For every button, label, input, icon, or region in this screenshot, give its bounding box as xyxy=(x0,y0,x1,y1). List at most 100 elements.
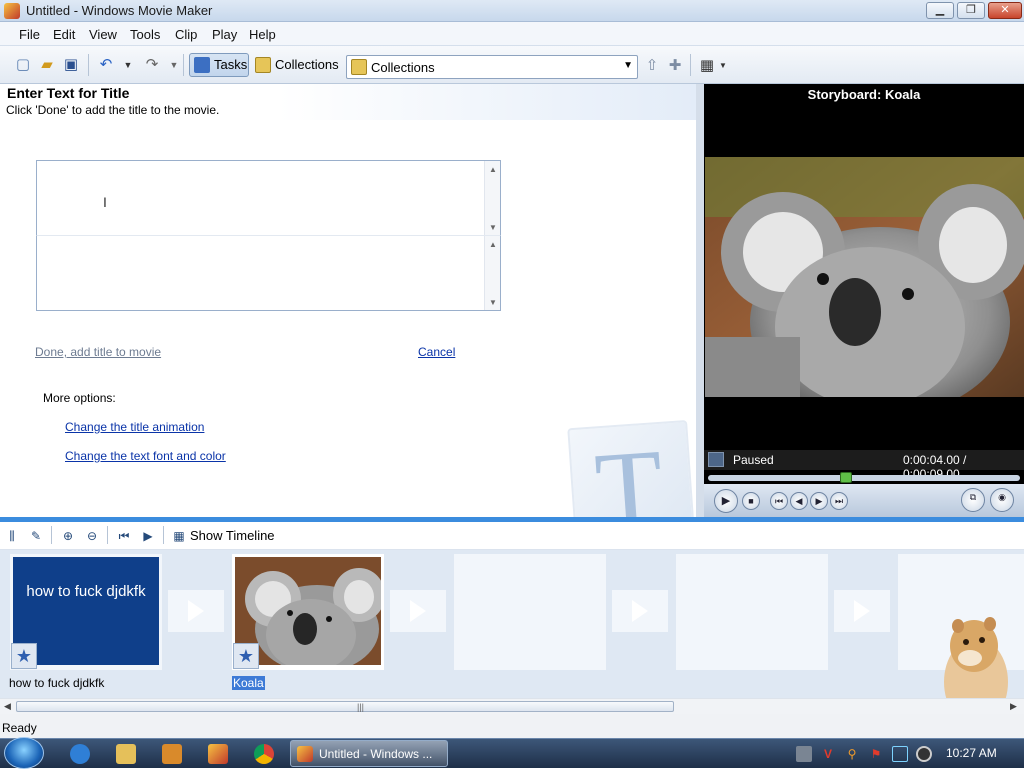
scroll-down-icon[interactable]: ▼ xyxy=(489,223,497,232)
empty-clip-slot[interactable] xyxy=(676,554,828,670)
next-frame-button[interactable]: ⏭ xyxy=(830,492,848,510)
movie-maker-taskbar-icon[interactable] xyxy=(208,744,228,764)
tray-display-icon[interactable] xyxy=(892,746,908,762)
timeline-icon[interactable]: ▦ xyxy=(171,528,187,544)
movie-maker-app-icon[interactable] xyxy=(4,3,20,19)
media-player-icon[interactable] xyxy=(162,744,182,764)
menu-edit[interactable]: Edit xyxy=(53,27,75,42)
clip-label-koala[interactable]: Koala xyxy=(232,676,265,690)
redo-icon[interactable]: ↷ xyxy=(143,56,161,74)
clip-label-title[interactable]: how to fuck djdkfk xyxy=(9,676,104,690)
chevron-down-icon: ▼ xyxy=(623,60,633,71)
detach-monitor-icon[interactable] xyxy=(708,452,724,467)
menu-file[interactable]: File xyxy=(19,27,40,42)
menu-tools[interactable]: Tools xyxy=(130,27,160,42)
taskbar-active-window[interactable]: Untitled - Windows ... xyxy=(290,740,448,767)
watermark-letter: T xyxy=(591,425,668,517)
show-timeline-button[interactable]: Show Timeline xyxy=(190,528,275,543)
close-button[interactable]: ✕ xyxy=(988,2,1022,19)
chrome-icon[interactable] xyxy=(254,744,274,764)
transition-slot[interactable] xyxy=(390,590,446,632)
maximize-button[interactable]: ❐ xyxy=(957,2,985,19)
zoom-out-icon[interactable]: ⊖ xyxy=(84,528,100,544)
redo-dropdown-icon[interactable]: ▼ xyxy=(165,56,183,74)
play-storyboard-icon[interactable]: ▶ xyxy=(140,528,156,544)
new-collection-folder-icon[interactable]: ✚ xyxy=(666,57,684,75)
stop-button[interactable]: ■ xyxy=(742,492,760,510)
toolbar-separator xyxy=(690,54,691,76)
seek-bar[interactable] xyxy=(708,475,1020,481)
transition-slot[interactable] xyxy=(612,590,668,632)
storyboard-scrollbar[interactable]: ◀ ||| ▶ xyxy=(0,698,1024,714)
collections-button[interactable]: Collections xyxy=(250,53,339,77)
forward-button[interactable]: ▶ xyxy=(810,492,828,510)
up-one-level-icon[interactable]: ⇧ xyxy=(643,57,661,75)
undo-icon[interactable]: ↶ xyxy=(97,56,115,74)
collections-folder-icon xyxy=(351,59,367,75)
play-button[interactable]: ▶ xyxy=(714,489,738,513)
previous-frame-button[interactable]: ⏮ xyxy=(770,492,788,510)
rewind-button[interactable]: ◀ xyxy=(790,492,808,510)
change-title-animation-link[interactable]: Change the title animation xyxy=(65,420,204,434)
narrate-icon[interactable]: ✎ xyxy=(28,528,44,544)
video-effect-star-icon[interactable]: ★ xyxy=(11,643,37,669)
preview-heading: Storyboard: Koala xyxy=(807,87,921,102)
movie-maker-app-icon xyxy=(297,746,313,762)
menu-clip[interactable]: Clip xyxy=(175,27,197,42)
tray-volume-icon[interactable] xyxy=(916,746,932,762)
scroll-up-icon[interactable]: ▲ xyxy=(489,240,497,249)
status-bar xyxy=(0,714,1024,738)
menu-play[interactable]: Play xyxy=(212,27,237,42)
tasks-icon xyxy=(194,57,210,73)
scroll-right-icon[interactable]: ▶ xyxy=(1010,701,1017,712)
storyboard-clip-title[interactable]: how to fuck djdkfk ★ xyxy=(10,554,162,670)
task-title: Enter Text for Title xyxy=(7,85,130,101)
title-watermark-icon: T xyxy=(567,419,696,517)
internet-explorer-icon[interactable] xyxy=(70,744,90,764)
pane-splitter[interactable] xyxy=(696,84,704,517)
more-options-label: More options: xyxy=(43,391,116,405)
undo-dropdown-icon[interactable]: ▼ xyxy=(119,56,137,74)
transition-slot[interactable] xyxy=(168,590,224,632)
seek-thumb[interactable] xyxy=(840,472,852,483)
views-dropdown-icon[interactable]: ▼ xyxy=(714,57,732,75)
video-effect-star-icon[interactable]: ★ xyxy=(233,643,259,669)
subtitle-text-input[interactable]: ▲ ▼ xyxy=(36,235,501,311)
file-explorer-icon[interactable] xyxy=(116,744,136,764)
scrollbar-grip-icon: ||| xyxy=(357,702,365,712)
scroll-up-icon[interactable]: ▲ xyxy=(489,165,497,174)
menu-view[interactable]: View xyxy=(89,27,117,42)
empty-clip-slot[interactable] xyxy=(454,554,606,670)
storyboard-clip-koala[interactable]: ★ xyxy=(232,554,385,673)
taskbar-clock[interactable]: 10:27 AM xyxy=(946,746,997,760)
change-font-color-link[interactable]: Change the text font and color xyxy=(65,449,226,463)
split-clip-button[interactable]: ⧉ xyxy=(961,488,985,512)
tasks-button[interactable]: Tasks xyxy=(189,53,249,77)
window-title: Untitled - Windows Movie Maker xyxy=(26,3,213,18)
tray-antivirus-icon[interactable]: V xyxy=(820,746,836,762)
title-text-scrollbar[interactable]: ▲ ▼ xyxy=(484,161,500,235)
open-project-icon[interactable]: ▰ xyxy=(38,56,56,74)
save-project-icon[interactable]: ▣ xyxy=(62,56,80,74)
collections-dropdown[interactable]: Collections ▼ xyxy=(346,55,638,79)
done-add-title-link[interactable]: Done, add title to movie xyxy=(35,345,161,359)
take-picture-button[interactable]: ◉ xyxy=(990,488,1014,512)
tray-network-icon[interactable] xyxy=(796,746,812,762)
subtitle-text-scrollbar[interactable]: ▲ ▼ xyxy=(484,236,500,310)
toolbar-separator xyxy=(51,526,52,544)
new-project-icon[interactable]: ▢ xyxy=(14,56,32,74)
tray-search-icon[interactable]: ⚲ xyxy=(844,746,860,762)
menu-help[interactable]: Help xyxy=(249,27,276,42)
cancel-link[interactable]: Cancel xyxy=(418,345,455,359)
zoom-in-icon[interactable]: ⊕ xyxy=(60,528,76,544)
minimize-button[interactable]: ▁ xyxy=(926,2,954,19)
start-button-icon[interactable] xyxy=(4,737,44,769)
transition-slot[interactable] xyxy=(834,590,890,632)
text-cursor-icon: I xyxy=(103,194,107,210)
tray-flag-icon[interactable]: ⚑ xyxy=(868,746,884,762)
scroll-left-icon[interactable]: ◀ xyxy=(4,701,11,712)
rewind-storyboard-icon[interactable]: ⏮ xyxy=(116,528,132,544)
scroll-down-icon[interactable]: ▼ xyxy=(489,298,497,307)
scrollbar-thumb[interactable]: ||| xyxy=(16,701,674,712)
set-audio-levels-icon[interactable]: ⫼ xyxy=(4,528,20,544)
